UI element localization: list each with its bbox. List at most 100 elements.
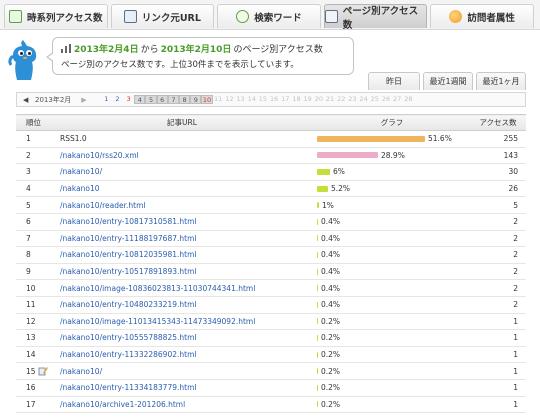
url-cell: /nakano10/day-20110206.html [50, 412, 314, 417]
share-bar [317, 202, 319, 209]
rank-cell: 10 [16, 279, 50, 297]
table-row: 7/nakano10/entry-11188197687.html 0.4% 2 [16, 230, 526, 248]
share-percent: 28.9% [381, 150, 405, 160]
article-url-link[interactable]: /nakano10/rss20.xml [60, 151, 139, 160]
article-url-link[interactable]: /nakano10/entry-10480233219.html [60, 300, 196, 309]
day-8[interactable]: 8 [178, 95, 191, 104]
url-cell: /nakano10 [50, 180, 314, 198]
article-url-link[interactable]: /nakano10/image-11013415343-11473349092.… [60, 317, 255, 326]
share-bar [317, 318, 318, 325]
next-month-arrow-icon[interactable]: ▶ [81, 96, 86, 104]
article-url-link[interactable]: /nakano10/ [60, 367, 102, 376]
header-rank: 順位 [16, 114, 50, 131]
article-url-link[interactable]: /nakano10/entry-11188197687.html [60, 234, 196, 243]
period-tab-last-month[interactable]: 最近1ヶ月 [476, 72, 526, 90]
day-13: 13 [236, 95, 245, 103]
day-14: 14 [247, 95, 256, 103]
rank-value: 7 [26, 233, 31, 243]
url-cell: /nakano10/reader.html [50, 196, 314, 214]
url-cell: /nakano10/archive1-201206.html [50, 396, 314, 414]
url-cell: /nakano10/image-11013415343-11473349092.… [50, 313, 314, 331]
tab-page-access[interactable]: ページ別アクセス数 [323, 4, 428, 31]
table-row: 18/nakano10/day-20110206.html0.2%1 [16, 412, 526, 417]
day-list: 1 2 3 4 5 6 7 8 9 10 11 12 13 14 15 16 17 18 19 20 21 22 23 24 2… [101, 95, 414, 104]
edit-icon [38, 367, 48, 376]
day-2[interactable]: 2 [112, 95, 123, 104]
table-header-row: 順位 記事URL グラフ アクセス数 [16, 114, 526, 131]
share-bar [317, 235, 318, 242]
rank-value: 3 [26, 167, 31, 177]
access-count: 1 [470, 379, 526, 397]
day-11: 11 [214, 95, 223, 103]
rank-value: 2 [26, 150, 31, 160]
day-1[interactable]: 1 [101, 95, 112, 104]
day-6[interactable]: 6 [156, 95, 168, 104]
url-cell: /nakano10/image-10836023813-11030744341.… [50, 279, 314, 297]
tab-label: 時系列アクセス数 [27, 12, 103, 24]
day-7[interactable]: 7 [167, 95, 179, 104]
article-url-link[interactable]: /nakano10/entry-10817310581.html [60, 217, 196, 226]
access-count: 1 [470, 346, 526, 364]
rank-value: 9 [26, 267, 31, 277]
month-label: 2013年2月 [35, 95, 72, 104]
rank-cell: 17 [16, 396, 50, 414]
day-4[interactable]: 4 [134, 95, 146, 104]
access-count: 1 [470, 313, 526, 331]
page-access-table: 順位 記事URL グラフ アクセス数 1 RSS1.0 51.6% 255 2/naka… [16, 114, 526, 417]
article-url-link[interactable]: /nakano10/ [60, 167, 102, 176]
rank-cell: 13 [16, 329, 50, 347]
description-text: ページ別のアクセス数です。上位30件までを表示しています。 [61, 60, 299, 70]
share-bar [317, 135, 425, 142]
period-tab-yesterday[interactable]: 昨日 [368, 72, 420, 90]
prev-month-arrow-icon[interactable]: ◀ [23, 96, 35, 104]
period-tab-last-week[interactable]: 最近1週間 [423, 72, 473, 90]
share-bar [317, 185, 328, 192]
article-url-link[interactable]: /nakano10/entry-11332286902.html [60, 350, 196, 359]
article-url-link[interactable]: /nakano10/entry-10517891893.html [60, 267, 196, 276]
article-url-link[interactable]: /nakano10/reader.html [60, 201, 145, 210]
rank-value: 14 [26, 350, 36, 360]
tab-label: 訪問者属性 [467, 12, 515, 24]
rank-cell: 12 [16, 313, 50, 331]
day-9[interactable]: 9 [190, 95, 202, 104]
share-bar [317, 268, 318, 275]
url-cell: /nakano10/entry-10517891893.html [50, 263, 314, 281]
share-percent: 0.2% [321, 366, 341, 376]
article-url-link[interactable]: /nakano10/image-10836023813-11030744341.… [60, 284, 255, 293]
rank-value: 6 [26, 217, 31, 227]
share-percent: 51.6% [428, 134, 452, 144]
tab-referrer-url[interactable]: リンク元URL [110, 4, 215, 28]
day-5[interactable]: 5 [145, 95, 157, 104]
rank-cell: 18 [16, 412, 50, 417]
share-bar [317, 251, 318, 258]
day-10[interactable]: 10 [201, 95, 213, 104]
article-url-link[interactable]: /nakano10/entry-10812035981.html [60, 250, 196, 259]
tab-visitor-attributes[interactable]: 訪問者属性 [430, 4, 534, 28]
graph-cell: 0.2% [314, 362, 470, 380]
tab-timeline-access[interactable]: 時系列アクセス数 [4, 4, 108, 28]
article-url-link[interactable]: /nakano10 [60, 184, 100, 193]
graph-cell: 0.2% [314, 313, 470, 331]
graph-cell: 6% [314, 163, 470, 181]
table-row: 16/nakano10/entry-11334183779.html 0.2% 1 [16, 379, 526, 397]
rank-cell: 2 [16, 147, 50, 165]
day-15: 15 [258, 95, 268, 103]
article-url-link[interactable]: /nakano10/entry-10555788825.html [60, 333, 196, 342]
url-cell: /nakano10/entry-10480233219.html [50, 296, 314, 314]
rank-cell: 5 [16, 196, 50, 214]
share-percent: 5.2% [331, 184, 351, 194]
share-percent: 1% [322, 200, 334, 210]
article-url-link[interactable]: /nakano10/archive1-201206.html [60, 400, 185, 409]
graph-cell: 0.4% [314, 296, 470, 314]
share-percent: 0.4% [321, 217, 341, 227]
rank-value: 12 [26, 316, 36, 326]
day-3[interactable]: 3 [123, 95, 134, 104]
share-percent: 0.4% [321, 267, 341, 277]
article-url-link[interactable]: /nakano10/entry-11334183779.html [60, 383, 196, 392]
rank-cell: 14 [16, 346, 50, 364]
rank-cell: 8 [16, 246, 50, 264]
tab-search-words[interactable]: 検索ワード [217, 4, 321, 28]
table-row: 11/nakano10/entry-10480233219.html 0.4% 2 [16, 296, 526, 314]
table-row: 12/nakano10/image-11013415343-1147334909… [16, 313, 526, 331]
url-cell: /nakano10/rss20.xml [50, 147, 314, 165]
